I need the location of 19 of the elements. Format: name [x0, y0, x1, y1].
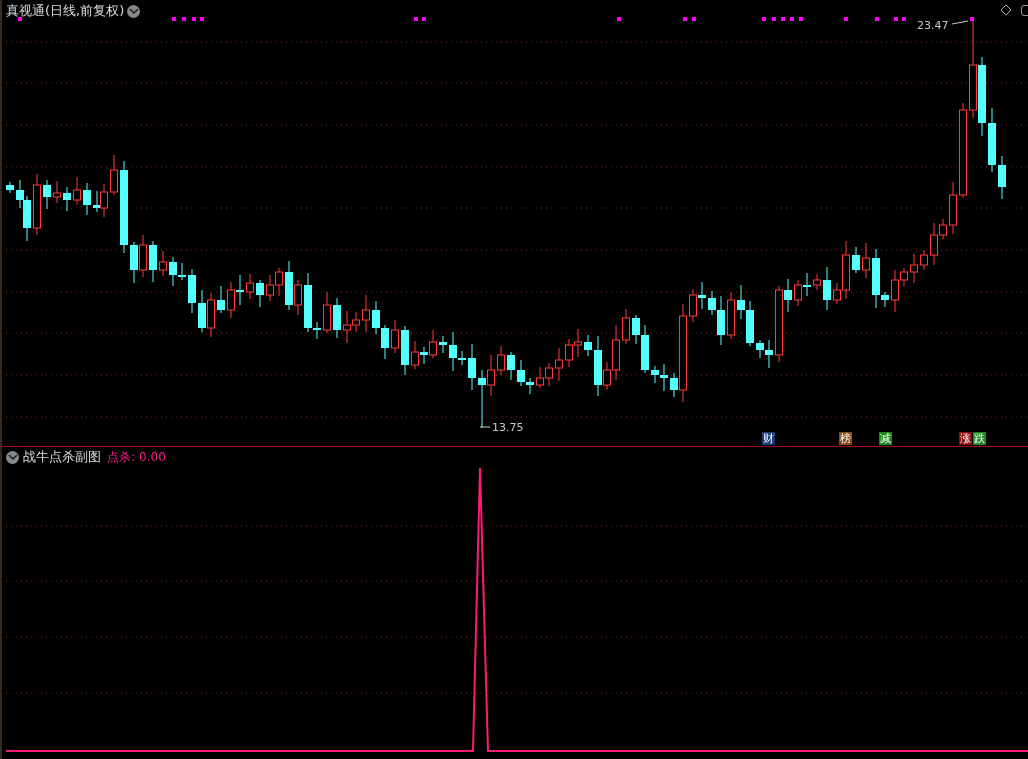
chevron-icon — [7, 454, 18, 460]
event-badge[interactable]: 榜 — [839, 432, 852, 445]
leader-line — [951, 20, 969, 25]
series-label: 点杀: — [107, 448, 136, 466]
chart-title: 真视通(日线,前复权) — [6, 2, 125, 20]
diamond-icon[interactable] — [1000, 4, 1012, 16]
price-label: 13.75 — [492, 421, 524, 434]
panel-toggle-button[interactable] — [1021, 5, 1028, 16]
dropdown-button[interactable] — [6, 450, 19, 464]
event-badge[interactable]: 涨 — [959, 432, 972, 445]
dropdown-button[interactable] — [127, 4, 141, 18]
event-badge[interactable]: 财 — [762, 432, 775, 445]
price-label: 23.47 — [917, 19, 949, 32]
chevron-icon — [128, 8, 139, 14]
indicator-name: 战牛点杀副图 — [23, 448, 101, 466]
leader-line — [479, 426, 491, 428]
series-value: 0.00 — [139, 450, 166, 464]
event-badge[interactable]: 跌 — [973, 432, 986, 445]
event-badge[interactable]: 减 — [879, 432, 892, 445]
